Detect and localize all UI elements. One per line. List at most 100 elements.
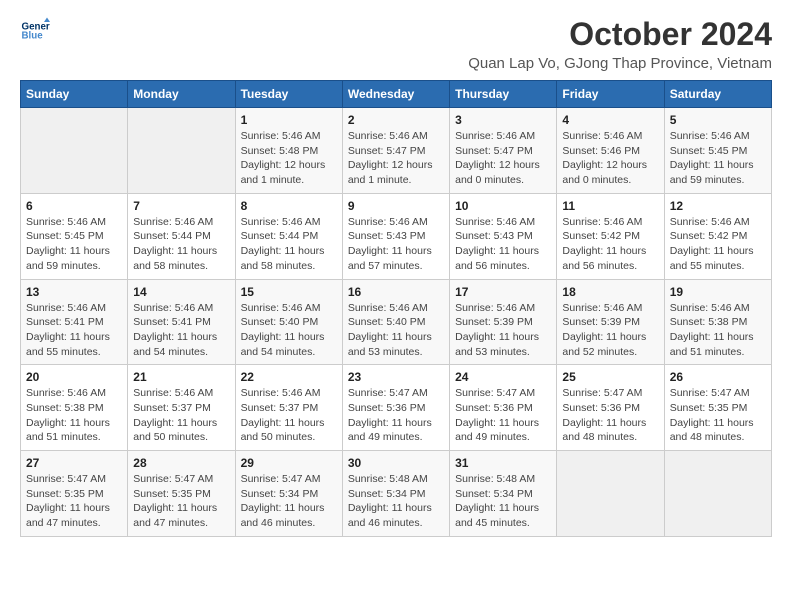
calendar-cell: 26 Sunrise: 5:47 AM Sunset: 5:35 PM Dayli… xyxy=(664,365,771,451)
weekday-header-friday: Friday xyxy=(557,81,664,108)
calendar-cell: 28 Sunrise: 5:47 AM Sunset: 5:35 PM Dayli… xyxy=(128,451,235,537)
week-row-4: 20Sunrise: 5:46 AM Sunset: 5:38 PM Dayli… xyxy=(21,365,772,451)
day-number: 5 xyxy=(670,113,766,127)
weekday-header-monday: Monday xyxy=(128,81,235,108)
day-info: Sunrise: 5:46 AM Sunset: 5:41 PM Dayligh… xyxy=(133,301,229,360)
day-number: 1 xyxy=(241,113,337,127)
day-info: Sunrise: 5:46 AM Sunset: 5:40 PM Dayligh… xyxy=(348,301,444,360)
day-info: Sunrise: 5:46 AM Sunset: 5:45 PM Dayligh… xyxy=(26,215,122,274)
weekday-header-tuesday: Tuesday xyxy=(235,81,342,108)
week-row-2: 6 Sunrise: 5:46 AM Sunset: 5:45 PM Daylig… xyxy=(21,193,772,279)
calendar-cell: 8 Sunrise: 5:46 AM Sunset: 5:44 PM Daylig… xyxy=(235,193,342,279)
day-info: Sunrise: 5:46 AM Sunset: 5:48 PM Dayligh… xyxy=(241,129,337,188)
day-number: 7 xyxy=(133,199,229,213)
day-number: 18 xyxy=(562,285,658,299)
day-info: Sunrise: 5:46 AM Sunset: 5:38 PM Dayligh… xyxy=(26,386,122,445)
weekday-header-wednesday: Wednesday xyxy=(342,81,449,108)
svg-text:Blue: Blue xyxy=(22,31,44,42)
day-number: 28 xyxy=(133,456,229,470)
calendar-cell: 19 Sunrise: 5:46 AM Sunset: 5:38 PM Dayli… xyxy=(664,279,771,365)
day-info: Sunrise: 5:46 AM Sunset: 5:43 PM Dayligh… xyxy=(348,215,444,274)
calendar-cell: 6 Sunrise: 5:46 AM Sunset: 5:45 PM Daylig… xyxy=(21,193,128,279)
calendar-cell: 7Sunrise: 5:46 AM Sunset: 5:44 PM Daylig… xyxy=(128,193,235,279)
calendar-cell: 25Sunrise: 5:47 AM Sunset: 5:36 PM Dayli… xyxy=(557,365,664,451)
calendar-cell: 21 Sunrise: 5:46 AM Sunset: 5:37 PM Dayli… xyxy=(128,365,235,451)
day-number: 6 xyxy=(26,199,122,213)
day-number: 3 xyxy=(455,113,551,127)
calendar-cell: 15 Sunrise: 5:46 AM Sunset: 5:40 PM Dayli… xyxy=(235,279,342,365)
day-number: 25 xyxy=(562,370,658,384)
calendar-cell: 3 Sunrise: 5:46 AM Sunset: 5:47 PM Daylig… xyxy=(450,108,557,194)
day-number: 16 xyxy=(348,285,444,299)
calendar-cell: 1 Sunrise: 5:46 AM Sunset: 5:48 PM Daylig… xyxy=(235,108,342,194)
weekday-header-thursday: Thursday xyxy=(450,81,557,108)
day-info: Sunrise: 5:46 AM Sunset: 5:42 PM Dayligh… xyxy=(670,215,766,274)
day-info: Sunrise: 5:46 AM Sunset: 5:40 PM Dayligh… xyxy=(241,301,337,360)
week-row-1: 1 Sunrise: 5:46 AM Sunset: 5:48 PM Daylig… xyxy=(21,108,772,194)
calendar-cell: 2Sunrise: 5:46 AM Sunset: 5:47 PM Daylig… xyxy=(342,108,449,194)
weekday-header-saturday: Saturday xyxy=(664,81,771,108)
calendar-table: SundayMondayTuesdayWednesdayThursdayFrid… xyxy=(20,80,772,537)
day-info: Sunrise: 5:46 AM Sunset: 5:43 PM Dayligh… xyxy=(455,215,551,274)
location-subtitle: Quan Lap Vo, GJong Thap Province, Vietna… xyxy=(468,55,772,72)
calendar-cell: 13 Sunrise: 5:46 AM Sunset: 5:41 PM Dayli… xyxy=(21,279,128,365)
calendar-cell: 17Sunrise: 5:46 AM Sunset: 5:39 PM Dayli… xyxy=(450,279,557,365)
calendar-cell: 16 Sunrise: 5:46 AM Sunset: 5:40 PM Dayli… xyxy=(342,279,449,365)
day-number: 4 xyxy=(562,113,658,127)
calendar-cell xyxy=(664,451,771,537)
day-info: Sunrise: 5:46 AM Sunset: 5:47 PM Dayligh… xyxy=(455,129,551,188)
day-number: 9 xyxy=(348,199,444,213)
day-info: Sunrise: 5:46 AM Sunset: 5:42 PM Dayligh… xyxy=(562,215,658,274)
calendar-cell: 22 Sunrise: 5:46 AM Sunset: 5:37 PM Dayli… xyxy=(235,365,342,451)
calendar-cell: 14 Sunrise: 5:46 AM Sunset: 5:41 PM Dayli… xyxy=(128,279,235,365)
week-row-5: 27Sunrise: 5:47 AM Sunset: 5:35 PM Dayli… xyxy=(21,451,772,537)
day-info: Sunrise: 5:47 AM Sunset: 5:35 PM Dayligh… xyxy=(26,472,122,531)
logo-icon: General Blue xyxy=(20,16,50,46)
day-number: 19 xyxy=(670,285,766,299)
calendar-cell: 5Sunrise: 5:46 AM Sunset: 5:45 PM Daylig… xyxy=(664,108,771,194)
calendar-cell: 4 Sunrise: 5:46 AM Sunset: 5:46 PM Daylig… xyxy=(557,108,664,194)
day-info: Sunrise: 5:48 AM Sunset: 5:34 PM Dayligh… xyxy=(348,472,444,531)
day-info: Sunrise: 5:46 AM Sunset: 5:37 PM Dayligh… xyxy=(133,386,229,445)
logo: General Blue xyxy=(20,16,50,46)
calendar-cell: 24Sunrise: 5:47 AM Sunset: 5:36 PM Dayli… xyxy=(450,365,557,451)
day-number: 23 xyxy=(348,370,444,384)
day-info: Sunrise: 5:47 AM Sunset: 5:34 PM Dayligh… xyxy=(241,472,337,531)
calendar-cell: 30Sunrise: 5:48 AM Sunset: 5:34 PM Dayli… xyxy=(342,451,449,537)
day-number: 11 xyxy=(562,199,658,213)
day-number: 2 xyxy=(348,113,444,127)
calendar-cell: 20Sunrise: 5:46 AM Sunset: 5:38 PM Dayli… xyxy=(21,365,128,451)
calendar-cell: 9 Sunrise: 5:46 AM Sunset: 5:43 PM Daylig… xyxy=(342,193,449,279)
day-number: 14 xyxy=(133,285,229,299)
day-info: Sunrise: 5:47 AM Sunset: 5:36 PM Dayligh… xyxy=(348,386,444,445)
day-number: 22 xyxy=(241,370,337,384)
day-number: 13 xyxy=(26,285,122,299)
day-number: 15 xyxy=(241,285,337,299)
day-info: Sunrise: 5:46 AM Sunset: 5:44 PM Dayligh… xyxy=(241,215,337,274)
calendar-cell: 10Sunrise: 5:46 AM Sunset: 5:43 PM Dayli… xyxy=(450,193,557,279)
page-header: General Blue October 2024 Quan Lap Vo, G… xyxy=(20,16,772,72)
calendar-cell xyxy=(557,451,664,537)
day-info: Sunrise: 5:48 AM Sunset: 5:34 PM Dayligh… xyxy=(455,472,551,531)
day-number: 12 xyxy=(670,199,766,213)
calendar-cell xyxy=(21,108,128,194)
week-row-3: 13 Sunrise: 5:46 AM Sunset: 5:41 PM Dayli… xyxy=(21,279,772,365)
calendar-cell xyxy=(128,108,235,194)
day-info: Sunrise: 5:46 AM Sunset: 5:38 PM Dayligh… xyxy=(670,301,766,360)
title-section: October 2024 Quan Lap Vo, GJong Thap Pro… xyxy=(468,16,772,72)
month-title: October 2024 xyxy=(468,16,772,53)
day-info: Sunrise: 5:47 AM Sunset: 5:35 PM Dayligh… xyxy=(670,386,766,445)
day-info: Sunrise: 5:46 AM Sunset: 5:41 PM Dayligh… xyxy=(26,301,122,360)
day-number: 8 xyxy=(241,199,337,213)
day-info: Sunrise: 5:47 AM Sunset: 5:36 PM Dayligh… xyxy=(455,386,551,445)
day-number: 31 xyxy=(455,456,551,470)
day-number: 21 xyxy=(133,370,229,384)
day-number: 29 xyxy=(241,456,337,470)
calendar-cell: 27Sunrise: 5:47 AM Sunset: 5:35 PM Dayli… xyxy=(21,451,128,537)
calendar-cell: 18Sunrise: 5:46 AM Sunset: 5:39 PM Dayli… xyxy=(557,279,664,365)
day-info: Sunrise: 5:46 AM Sunset: 5:46 PM Dayligh… xyxy=(562,129,658,188)
day-info: Sunrise: 5:46 AM Sunset: 5:39 PM Dayligh… xyxy=(455,301,551,360)
day-info: Sunrise: 5:46 AM Sunset: 5:37 PM Dayligh… xyxy=(241,386,337,445)
day-number: 26 xyxy=(670,370,766,384)
day-info: Sunrise: 5:47 AM Sunset: 5:35 PM Dayligh… xyxy=(133,472,229,531)
